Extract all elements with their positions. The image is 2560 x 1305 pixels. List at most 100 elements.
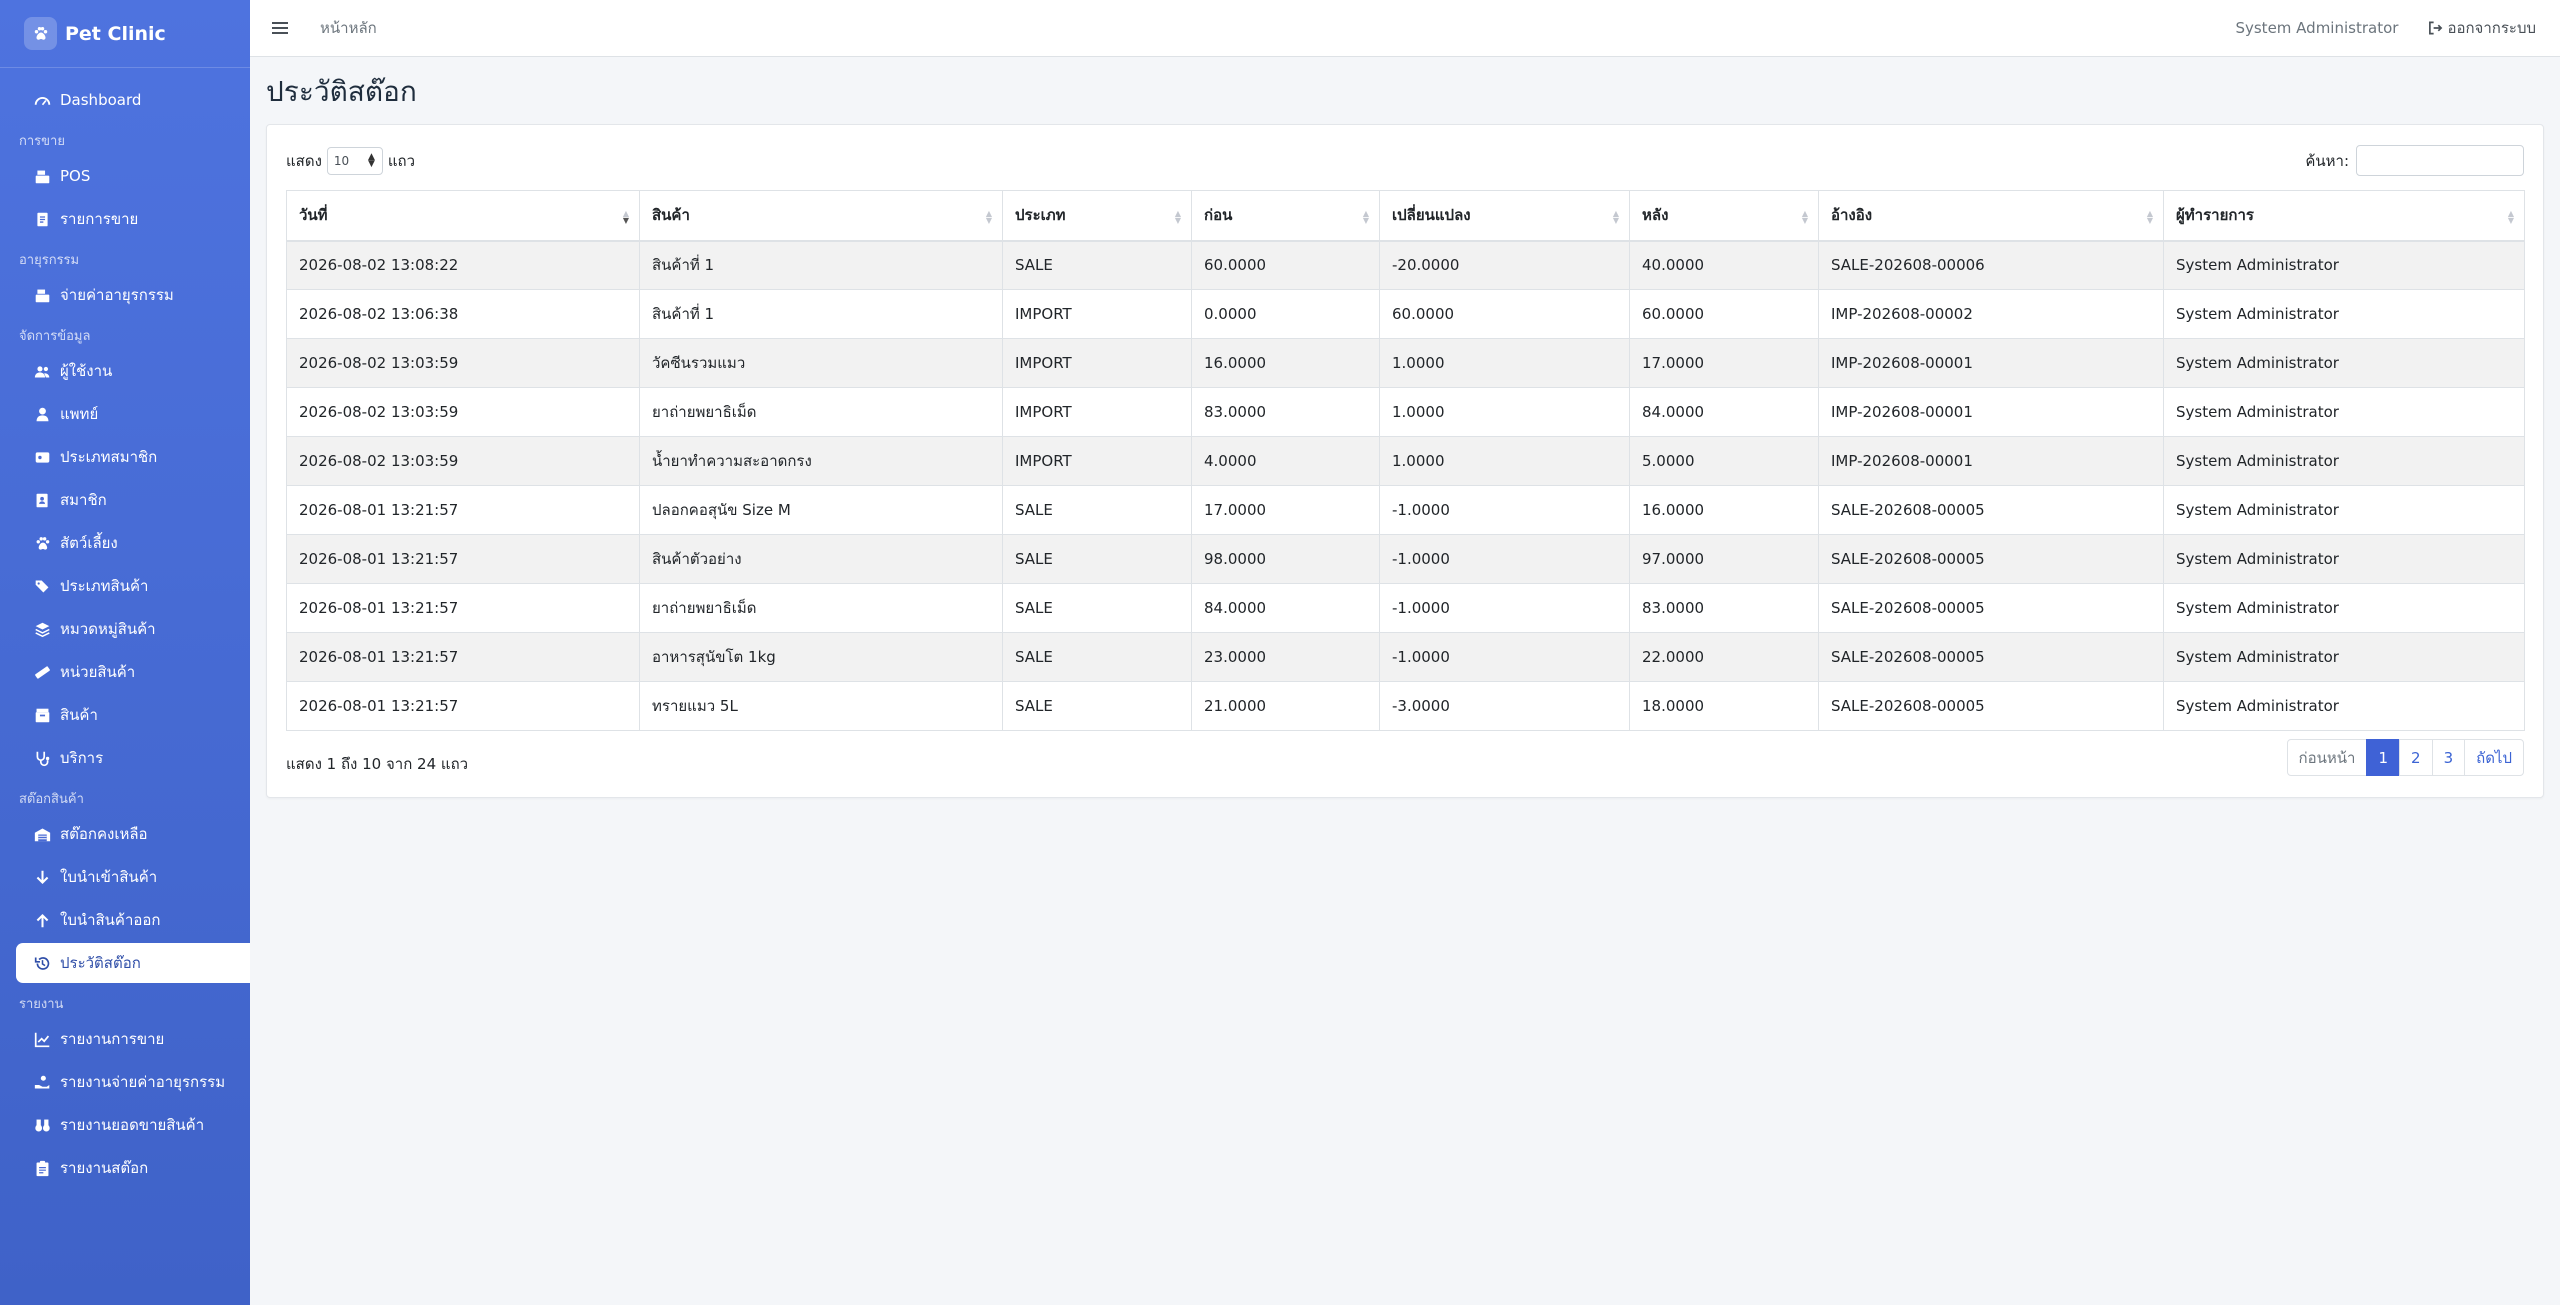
sidebar-item[interactable]: รายงานสต๊อก	[16, 1148, 250, 1188]
table-cell: IMPORT	[1002, 387, 1192, 437]
table-cell: สินค้าตัวอย่าง	[639, 534, 1003, 584]
sidebar-item[interactable]: ผู้ใช้งาน	[16, 351, 250, 391]
table-cell: IMP-202608-00002	[1818, 289, 2164, 339]
table-cell: 83.0000	[1629, 583, 1819, 633]
sidebar-item[interactable]: บริการ	[16, 738, 250, 778]
logout-button[interactable]: ออกจากระบบ	[2428, 16, 2536, 40]
table-cell: IMP-202608-00001	[1818, 436, 2164, 486]
table-cell: -1.0000	[1379, 632, 1630, 682]
table-cell: SALE-202608-00005	[1818, 583, 2164, 633]
sidebar-item[interactable]: ใบนำเข้าสินค้า	[16, 857, 250, 897]
sidebar-item[interactable]: หน่วยสินค้า	[16, 652, 250, 692]
hamburger-menu-icon[interactable]	[272, 21, 296, 35]
table-cell: 60.0000	[1629, 289, 1819, 339]
table-cell: SALE-202608-00005	[1818, 534, 2164, 584]
table-cell: 18.0000	[1629, 681, 1819, 731]
sort-icon: ▲ ▼	[985, 209, 992, 225]
table-info: แสดง 1 ถึง 10 จาก 24 แถว	[286, 755, 469, 773]
table-cell: น้ำยาทำความสะอาดกรง	[639, 436, 1003, 486]
sidebar-section-title: รายงาน	[19, 997, 64, 1012]
sidebar-item-label: สินค้า	[60, 706, 98, 724]
brand[interactable]: Pet Clinic	[0, 0, 250, 68]
table-cell: 2026-08-02 13:03:59	[286, 436, 640, 486]
pagination-page-button[interactable]: 3	[2431, 739, 2466, 776]
brand-name: Pet Clinic	[65, 22, 166, 45]
sidebar-item[interactable]: ประเภทสินค้า	[16, 566, 250, 606]
table-cell: System Administrator	[2163, 632, 2525, 682]
table-cell: 98.0000	[1191, 534, 1380, 584]
sidebar-item[interactable]: สัตว์เลี้ยง	[16, 523, 250, 563]
sidebar-item[interactable]: ใบนำสินค้าออก	[16, 900, 250, 940]
column-header[interactable]: ก่อน ▲ ▼	[1191, 190, 1380, 242]
sidebar-item-label: รายงานสต๊อก	[60, 1159, 149, 1177]
tags-icon	[34, 578, 58, 595]
table-cell: 84.0000	[1191, 583, 1380, 633]
table-cell: -3.0000	[1379, 681, 1630, 731]
sidebar-item[interactable]: สมาชิก	[16, 480, 250, 520]
breadcrumb-home[interactable]: หน้าหลัก	[320, 16, 377, 40]
table-cell: อาหารสุนัขโต 1kg	[639, 632, 1003, 682]
table-cell: SALE	[1002, 534, 1192, 584]
table-cell: ยาถ่ายพยาธิเม็ด	[639, 387, 1003, 437]
column-header[interactable]: ผู้ทำรายการ ▲ ▼	[2163, 190, 2525, 242]
pagination-prev-button[interactable]: ก่อนหน้า	[2286, 739, 2368, 776]
table-cell: สินค้าที่ 1	[639, 240, 1003, 290]
pagination-page-button[interactable]: 1	[2366, 739, 2401, 776]
arrow-up-icon	[34, 912, 58, 929]
table-cell: 17.0000	[1629, 338, 1819, 388]
sidebar-item[interactable]: ประวัติสต๊อก	[16, 943, 250, 983]
column-header[interactable]: วันที่ ▲ ▼	[286, 190, 640, 242]
pagination-next-button[interactable]: ถัดไป	[2464, 739, 2524, 776]
table-row: 2026-08-01 13:21:57 ปลอกคอสุนัข Size M SAL…	[286, 485, 2525, 535]
sidebar-item-label: รายงานการขาย	[60, 1030, 165, 1048]
sidebar-item-label: แพทย์	[60, 405, 99, 423]
sidebar-item[interactable]: รายการขาย	[16, 199, 250, 239]
table-cell: -20.0000	[1379, 240, 1630, 290]
column-header-label: ประเภท	[1015, 206, 1066, 225]
table-row: 2026-08-01 13:21:57 ยาถ่ายพยาธิเม็ด SALE 84…	[286, 583, 2525, 633]
sidebar-item[interactable]: สินค้า	[16, 695, 250, 735]
search-input[interactable]	[2356, 145, 2524, 176]
sort-icon: ▲ ▼	[1801, 209, 1808, 225]
table-cell: 40.0000	[1629, 240, 1819, 290]
sidebar-item[interactable]: รายงานการขาย	[16, 1019, 250, 1059]
column-header[interactable]: หลัง ▲ ▼	[1629, 190, 1819, 242]
pagination-page-button[interactable]: 2	[2399, 739, 2433, 776]
sidebar-section-title: สต๊อกสินค้า	[19, 792, 84, 807]
table-row: 2026-08-01 13:21:57 สินค้าตัวอย่าง SALE 98.…	[286, 534, 2525, 584]
show-prefix: แสดง	[286, 152, 322, 170]
sort-icon: ▲ ▼	[1612, 209, 1619, 225]
sidebar-item-label: หมวดหมู่สินค้า	[60, 620, 156, 638]
table-cell: สินค้าที่ 1	[639, 289, 1003, 339]
sidebar-item-label: รายการขาย	[60, 210, 139, 228]
sidebar-section-title: จัดการข้อมูล	[19, 329, 91, 344]
sidebar-item[interactable]: สต๊อกคงเหลือ	[16, 814, 250, 854]
column-header-label: หลัง	[1642, 206, 1669, 225]
doctor-icon	[34, 406, 58, 423]
sort-icon: ▲ ▼	[2146, 209, 2153, 225]
table-cell: วัคซีนรวมแมว	[639, 338, 1003, 388]
sidebar-item[interactable]: POS	[16, 156, 250, 196]
column-header[interactable]: เปลี่ยนแปลง ▲ ▼	[1379, 190, 1630, 242]
sidebar-item[interactable]: ประเภทสมาชิก	[16, 437, 250, 477]
column-header[interactable]: อ้างอิง ▲ ▼	[1818, 190, 2164, 242]
sidebar-item-label: ประวัติสต๊อก	[60, 954, 141, 972]
sidebar-item[interactable]: รายงานจ่ายค่าอายุรกรรม	[16, 1062, 250, 1102]
search-label: ค้นหา:	[2305, 151, 2349, 170]
sidebar-item[interactable]: จ่ายค่าอายุรกรรม	[16, 275, 250, 315]
sidebar-item[interactable]: แพทย์	[16, 394, 250, 434]
column-header[interactable]: สินค้า ▲ ▼	[639, 190, 1003, 242]
table-cell: 2026-08-01 13:21:57	[286, 485, 640, 535]
table-cell: IMPORT	[1002, 436, 1192, 486]
receipt-icon	[34, 211, 58, 228]
table-cell: 60.0000	[1191, 240, 1380, 290]
sidebar-item-label: สต๊อกคงเหลือ	[60, 825, 148, 843]
table-cell: 2026-08-02 13:03:59	[286, 387, 640, 437]
table-cell: 2026-08-01 13:21:57	[286, 583, 640, 633]
sidebar-item[interactable]: หมวดหมู่สินค้า	[16, 609, 250, 649]
box-icon	[34, 707, 58, 724]
sidebar-item[interactable]: Dashboard	[16, 80, 250, 120]
column-header[interactable]: ประเภท ▲ ▼	[1002, 190, 1192, 242]
page-length-select[interactable]: 10 ▲ ▼	[326, 147, 383, 175]
sidebar-item[interactable]: รายงานยอดขายสินค้า	[16, 1105, 250, 1145]
